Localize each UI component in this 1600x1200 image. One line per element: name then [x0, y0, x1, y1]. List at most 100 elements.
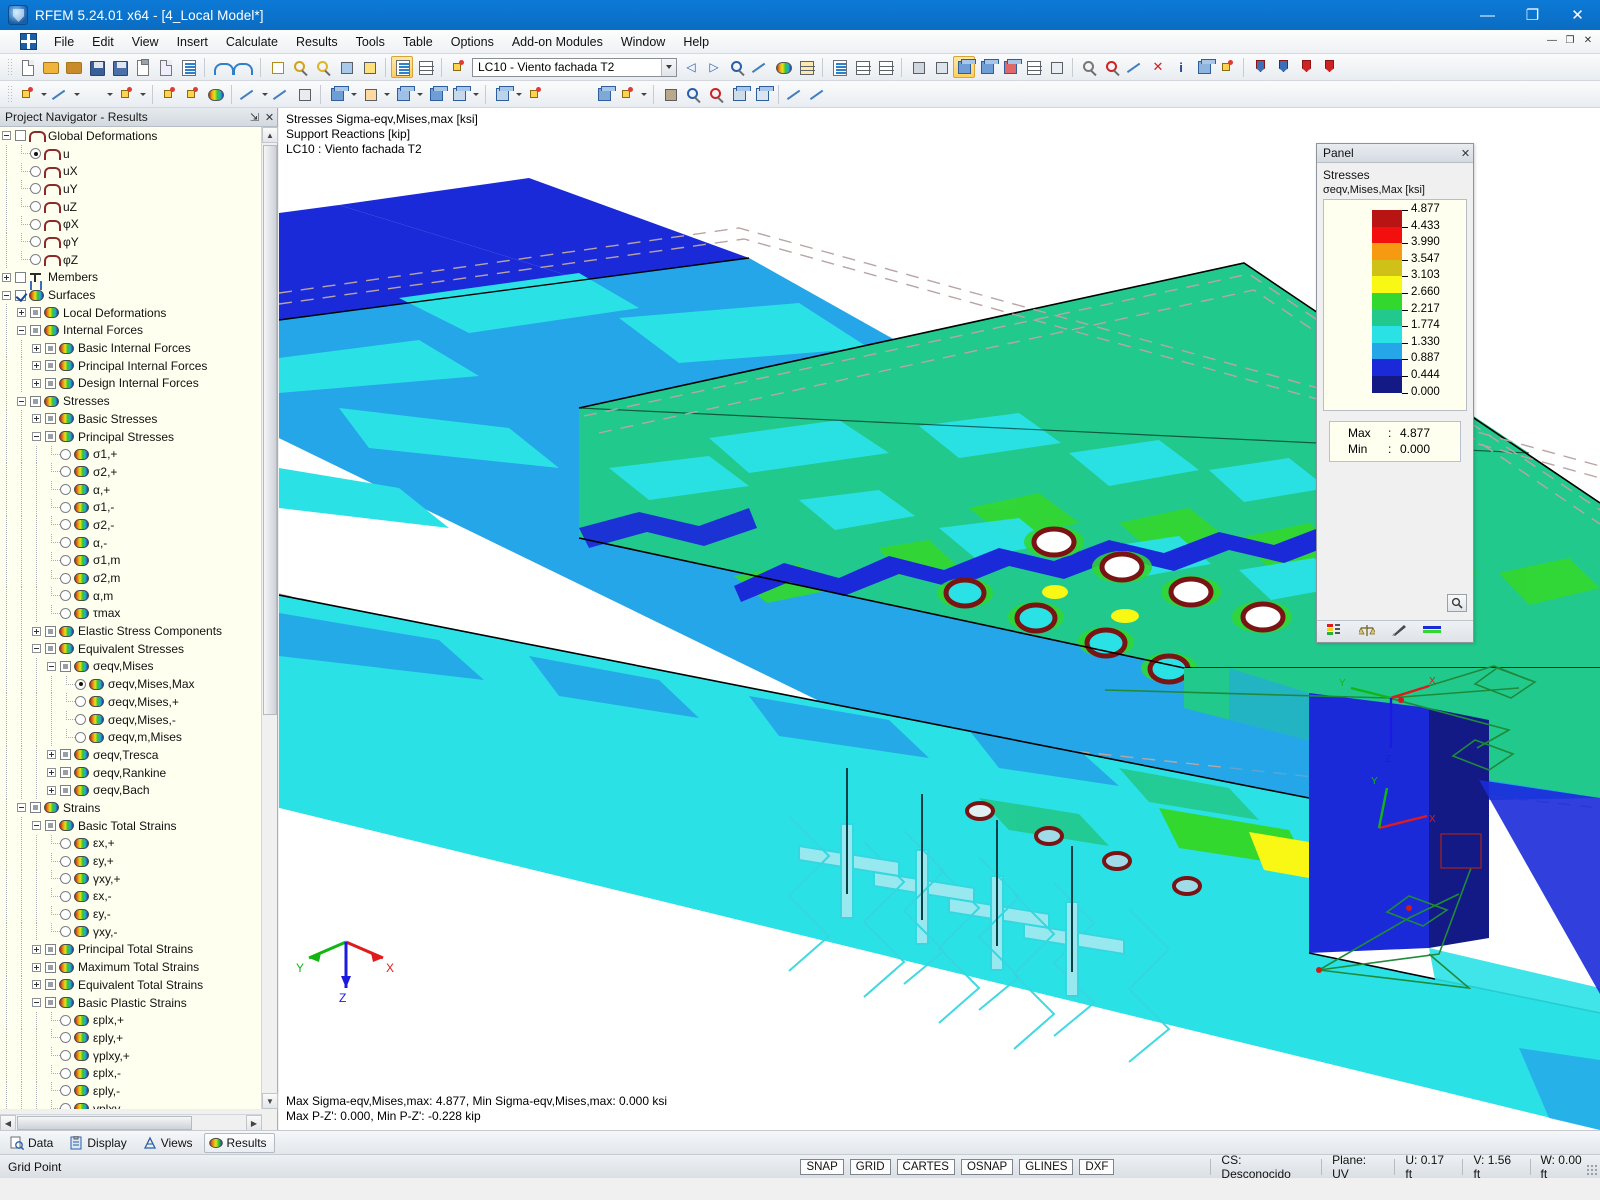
zoom-model-icon[interactable] [289, 56, 311, 78]
status-chip-grid[interactable]: GRID [849, 1158, 891, 1175]
select-special-icon[interactable] [659, 83, 681, 105]
clipboard-icon[interactable] [131, 56, 153, 78]
new-solid-icon[interactable] [425, 83, 448, 105]
line-support-icon[interactable] [1318, 56, 1340, 78]
tree-item[interactable]: εply,- [0, 1082, 262, 1101]
show-results-icon[interactable] [953, 56, 976, 78]
tree-checkbox[interactable] [15, 271, 26, 283]
maximize-button[interactable]: ❐ [1510, 0, 1555, 30]
expand-icon[interactable] [30, 623, 45, 640]
expand-icon[interactable] [45, 764, 60, 781]
mdi-restore-button[interactable]: ❐ [1562, 32, 1578, 48]
result-values-icon[interactable] [726, 56, 748, 78]
tree-item[interactable]: α,- [0, 534, 262, 552]
previous-load-case-icon[interactable]: ◁ [680, 56, 702, 78]
menu-window[interactable]: Window [612, 32, 674, 52]
tree-item[interactable]: φZ [0, 251, 262, 269]
tree-item[interactable]: Global Deformations [0, 127, 262, 145]
result-diagram-icon[interactable] [772, 56, 794, 78]
tree-item[interactable]: σeqv,Mises,Max [0, 675, 262, 694]
collapse-icon[interactable] [30, 640, 45, 657]
close-button[interactable]: ✕ [1555, 0, 1600, 30]
new-surface-support-icon[interactable] [204, 83, 226, 105]
new-node-icon[interactable] [16, 83, 38, 105]
tree-item[interactable]: Design Internal Forces [0, 374, 262, 393]
extrude-icon[interactable] [524, 83, 546, 105]
expand-icon[interactable] [45, 782, 60, 799]
results-on-members-icon[interactable] [999, 56, 1022, 78]
color-scale-icon[interactable] [1327, 623, 1343, 640]
tree-item[interactable]: σeqv,Rankine [0, 764, 262, 782]
connect-members-icon[interactable] [570, 83, 592, 105]
tree-radio[interactable] [75, 714, 86, 726]
tree-checkbox-partial[interactable] [30, 324, 41, 336]
expand-icon[interactable] [15, 304, 30, 321]
tree-radio[interactable] [60, 572, 71, 584]
tree-radio[interactable] [60, 1050, 71, 1062]
tree-checkbox-partial[interactable] [30, 307, 41, 319]
tree-checkbox-partial[interactable] [45, 979, 56, 991]
note-icon[interactable] [358, 56, 380, 78]
tree-radio[interactable] [60, 1103, 71, 1109]
tree-item[interactable]: σ2,- [0, 516, 262, 535]
tree-item[interactable]: σeqv,Mises,+ [0, 693, 262, 712]
tree-radio[interactable] [60, 837, 71, 849]
new-opening-icon[interactable] [326, 83, 349, 105]
chevron-down-icon[interactable] [138, 83, 147, 105]
new-member-icon[interactable] [82, 83, 104, 105]
tree-checkbox-partial[interactable] [45, 961, 56, 973]
toolbar-grip[interactable] [7, 84, 12, 104]
tree-item[interactable]: εy,+ [0, 852, 262, 871]
expand-icon[interactable] [30, 941, 45, 958]
expand-icon[interactable] [30, 959, 45, 976]
zoom-window-icon[interactable] [312, 56, 334, 78]
tree-checkbox-partial[interactable] [30, 395, 41, 407]
intersect-icon[interactable] [593, 83, 616, 105]
tree-checkbox-partial[interactable] [45, 643, 56, 655]
status-chip-dxf[interactable]: DXF [1079, 1158, 1115, 1175]
collapse-icon[interactable] [30, 428, 45, 445]
legend-color-band[interactable]: 0.444 [1372, 369, 1440, 393]
tree-checkbox-partial[interactable] [45, 360, 56, 372]
tree-radio[interactable] [30, 201, 41, 213]
result-values-info-icon[interactable] [1045, 56, 1067, 78]
delete-results-icon[interactable]: ✕ [1147, 56, 1169, 78]
tree-checkbox-partial[interactable] [45, 342, 56, 354]
chevron-down-icon[interactable] [382, 83, 391, 105]
new-hinge-icon[interactable] [392, 83, 415, 105]
mesh-settings-icon[interactable] [930, 56, 952, 78]
tree-item[interactable]: α,m [0, 587, 262, 605]
tree-item[interactable]: σeqv,Mises,- [0, 711, 262, 729]
tree-checkbox-partial[interactable] [45, 625, 56, 637]
color-legend[interactable]: 4.877 4.433 3.990 3.547 3.103 2.660 2.217 1.774… [1323, 199, 1467, 411]
tree-radio[interactable] [30, 165, 41, 177]
tree-item[interactable]: εplx,+ [0, 1011, 262, 1030]
chevron-down-icon[interactable] [72, 83, 81, 105]
tab-data[interactable]: Data [5, 1133, 61, 1153]
tree-checkbox-partial[interactable] [60, 784, 71, 796]
tab-display[interactable]: Display [64, 1133, 134, 1153]
tree-item[interactable]: Surfaces [0, 286, 262, 304]
tree-radio[interactable] [60, 519, 71, 531]
tree-checkbox-checked[interactable] [15, 289, 26, 301]
open-file-icon[interactable] [39, 56, 61, 78]
tree-item[interactable]: εplx,- [0, 1064, 262, 1083]
mesh-icon[interactable] [907, 56, 929, 78]
tree-item[interactable]: σ2,+ [0, 463, 262, 482]
tree-item[interactable]: φY [0, 233, 262, 252]
legend-color-band[interactable]: 3.547 [1372, 253, 1440, 277]
save-icon[interactable] [108, 56, 130, 78]
expand-icon[interactable] [0, 269, 15, 286]
tree-item[interactable]: Principal Total Strains [0, 940, 262, 959]
tree-radio[interactable] [60, 926, 71, 938]
tree-item[interactable]: Basic Total Strains [0, 817, 262, 835]
tree-item[interactable]: τmax [0, 604, 262, 623]
result-scaling-icon[interactable] [749, 56, 771, 78]
scrollbar-thumb[interactable] [263, 145, 277, 715]
zoom-all-icon[interactable] [728, 83, 751, 105]
tree-item[interactable]: σeqv,Mises [0, 657, 262, 676]
tree-radio[interactable] [60, 448, 71, 460]
collapse-icon[interactable] [45, 658, 60, 675]
menu-results[interactable]: Results [287, 32, 347, 52]
tree-radio-selected[interactable] [75, 678, 86, 690]
